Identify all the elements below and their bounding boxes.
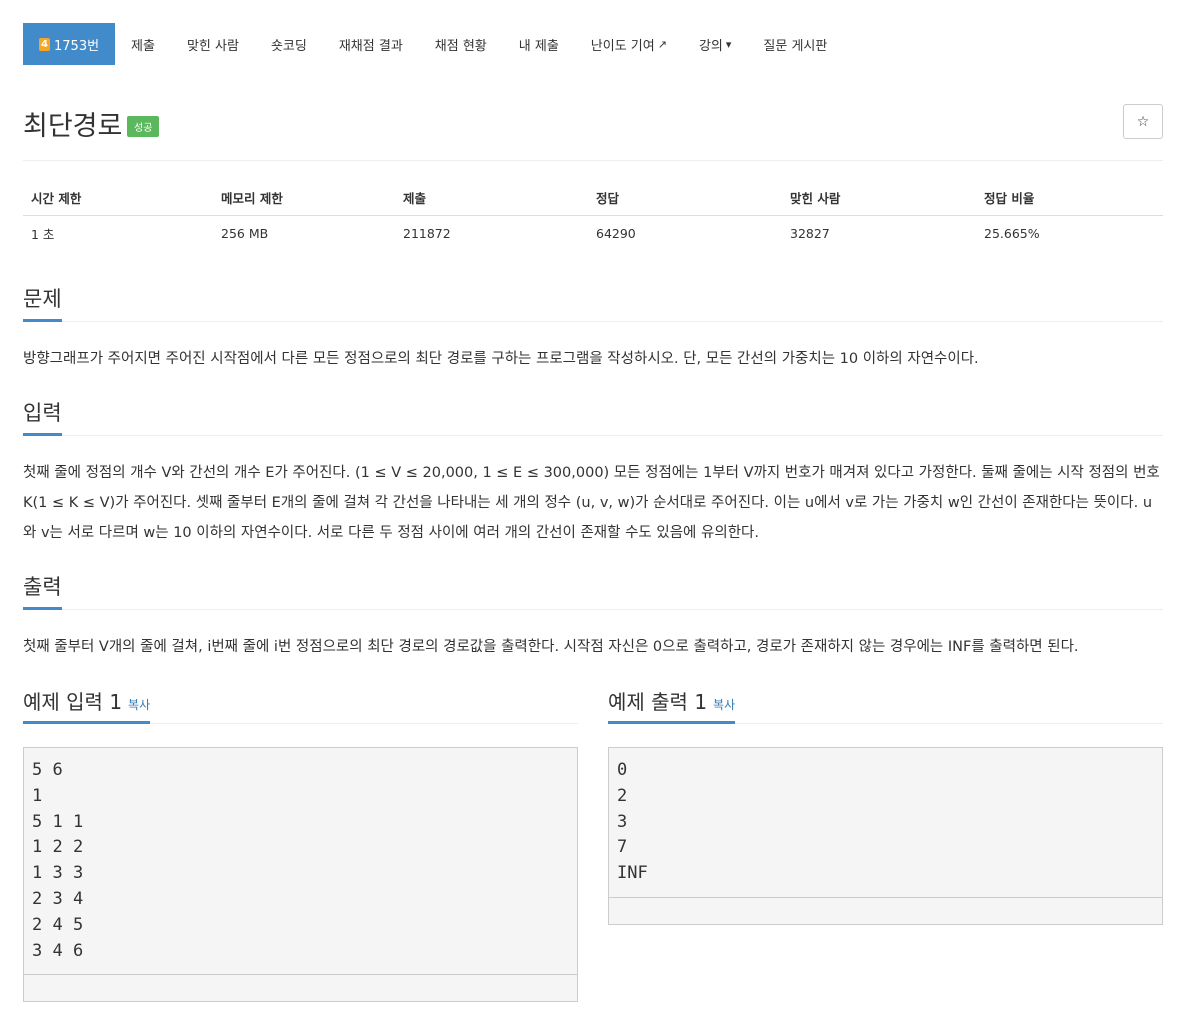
description-text: 방향그래프가 주어지면 주어진 시작점에서 다른 모든 정점으로의 최단 경로를… — [23, 351, 979, 367]
description-section-header: 문제 — [23, 283, 1163, 322]
tab-difficulty-contribution[interactable]: 난이도 기여 ↗ — [575, 23, 683, 65]
value-accepted: 64290 — [596, 226, 636, 241]
copy-output-button[interactable]: 복사 — [713, 698, 735, 712]
output-text: 첫째 줄부터 V개의 줄에 걸쳐, i번째 줄에 i번 정점으로의 최단 경로의… — [23, 639, 1079, 655]
tab-short-coding[interactable]: 숏코딩 — [255, 23, 323, 65]
header-submissions: 제출 — [395, 180, 588, 216]
sample-output-title: 예제 출력 1 — [608, 690, 708, 714]
sample-input-footer — [24, 974, 577, 1002]
tab-submit[interactable]: 제출 — [115, 23, 171, 65]
caret-down-icon: ▾ — [725, 37, 732, 51]
header-accepted: 정답 — [588, 180, 782, 216]
tab-rejudge-results[interactable]: 재채점 결과 — [323, 23, 419, 65]
value-memory-limit: 256 MB — [221, 226, 269, 241]
copy-input-button[interactable]: 복사 — [128, 698, 150, 712]
external-link-icon: ↗ — [657, 37, 667, 51]
input-title: 입력 — [23, 397, 62, 436]
problem-nav: 4 1753번 제출 맞힌 사람 숏코딩 재채점 결과 채점 현황 내 제출 난… — [23, 23, 843, 65]
table-header-row: 시간 제한 메모리 제한 제출 정답 맞힌 사람 정답 비율 — [23, 180, 1163, 216]
sample-input-title: 예제 입력 1 — [23, 690, 123, 714]
header-solved-users: 맞힌 사람 — [782, 180, 976, 216]
value-accept-ratio: 25.665% — [984, 226, 1040, 241]
input-text: 첫째 줄에 정점의 개수 V와 간선의 개수 E가 주어진다. (1 ≤ V ≤… — [23, 465, 1160, 541]
header-accept-ratio: 정답 비율 — [976, 180, 1163, 216]
favorite-button[interactable]: ☆ — [1123, 104, 1163, 139]
tab-difficulty-label: 난이도 기여 — [590, 38, 655, 54]
tier-icon: 4 — [39, 37, 50, 51]
tab-status[interactable]: 채점 현황 — [419, 23, 503, 65]
sample-input-code: 5 6 1 5 1 1 1 2 2 1 3 3 2 3 4 2 4 5 3 4 … — [32, 760, 84, 961]
page-title: 최단경로 — [23, 111, 123, 142]
sample-output-box: 0 2 3 7 INF — [608, 747, 1163, 925]
sample-input-box: 5 6 1 5 1 1 1 2 2 1 3 3 2 3 4 2 4 5 3 4 … — [23, 747, 578, 1003]
value-time-limit: 1 초 — [31, 227, 55, 242]
status-badge: 성공 — [127, 116, 160, 137]
tab-lectures-label: 강의 — [698, 38, 723, 54]
sample-output-footer — [609, 896, 1162, 924]
tab-my-submissions[interactable]: 내 제출 — [503, 23, 575, 65]
output-section-header: 출력 — [23, 571, 1163, 610]
tab-solved-users[interactable]: 맞힌 사람 — [171, 23, 255, 65]
tab-question-board[interactable]: 질문 게시판 — [747, 23, 843, 65]
sample-output-heading: 예제 출력 1 복사 — [608, 686, 736, 724]
value-solved-users: 32827 — [790, 226, 830, 241]
tab-problem[interactable]: 4 1753번 — [23, 23, 116, 65]
header-time-limit: 시간 제한 — [23, 180, 213, 216]
problem-header: 최단경로 성공 ☆ — [23, 104, 1163, 161]
tab-lectures[interactable]: 강의 ▾ — [683, 23, 747, 65]
value-submissions: 211872 — [403, 226, 451, 241]
description-title: 문제 — [23, 283, 62, 322]
table-row: 1 초 256 MB 211872 64290 32827 25.665% — [23, 216, 1163, 252]
sample-output-code: 0 2 3 7 INF — [617, 760, 648, 884]
sample-input-header: 예제 입력 1 복사 — [23, 686, 578, 724]
output-title: 출력 — [23, 571, 62, 610]
header-memory-limit: 메모리 제한 — [213, 180, 395, 216]
problem-info-table: 시간 제한 메모리 제한 제출 정답 맞힌 사람 정답 비율 1 초 256 M… — [23, 180, 1163, 251]
tab-problem-label: 1753번 — [54, 38, 100, 54]
star-icon: ☆ — [1136, 113, 1150, 130]
sample-output-header: 예제 출력 1 복사 — [608, 686, 1163, 724]
input-section-header: 입력 — [23, 397, 1163, 436]
sample-input-heading: 예제 입력 1 복사 — [23, 686, 151, 724]
